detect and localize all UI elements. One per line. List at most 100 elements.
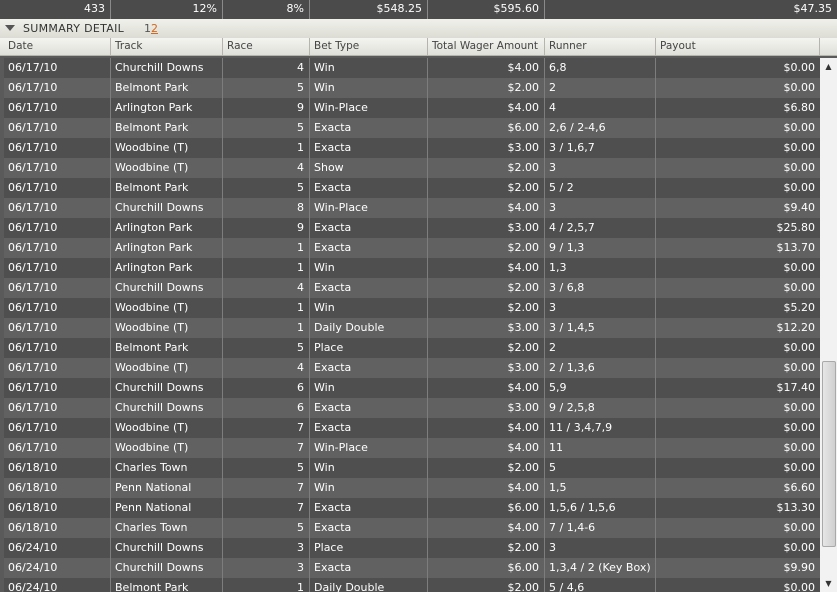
cell-date: 06/17/10 [4,158,111,178]
cell-payout: $0.00 [783,61,816,74]
cell-payout: $0.00 [783,361,816,374]
cell-payout: $0.00 [783,521,816,534]
column-header-bet-type[interactable]: Bet Type [310,38,428,55]
table-row[interactable]: 06/17/10 Belmont Park 5 Exacta $6.00 2,6 / 2-… [4,118,820,138]
table-row[interactable]: 06/17/10 Woodbine (T) 4 Exacta $3.00 2 / 1,3,… [4,358,820,378]
scrollbar-thumb[interactable] [822,361,836,547]
cell-race: 7 [223,478,310,498]
cell-track: Churchill Downs [111,558,223,578]
vertical-scrollbar[interactable]: ▲ ▼ [820,58,837,592]
table-row[interactable]: 06/17/10 Churchill Downs 4 Win $4.00 6,8 $0.00 [4,58,820,78]
cell-runner: 3 / 1,6,7 [545,138,656,158]
cell-wager: $6.00 [428,498,545,518]
pagination: 12 [144,22,158,35]
cell-date: 06/17/10 [4,378,111,398]
cell-payout: $0.00 [783,581,816,592]
column-header-track[interactable]: Track [111,38,223,55]
table-row[interactable]: 06/17/10 Arlington Park 1 Win $4.00 1,3 $0.00 [4,258,820,278]
table-row[interactable]: 06/17/10 Arlington Park 9 Win-Place $4.00 4 $6… [4,98,820,118]
cell-payout: $0.00 [783,161,816,174]
cell-track: Belmont Park [111,578,223,592]
cell-date: 06/17/10 [4,338,111,358]
cell-date: 06/24/10 [4,558,111,578]
table-row[interactable]: 06/17/10 Woodbine (T) 1 Exacta $3.00 3 / 1,6,… [4,138,820,158]
cell-runner: 5 [545,458,656,478]
table-row[interactable]: 06/24/10 Churchill Downs 3 Place $2.00 3 $0.00 [4,538,820,558]
table-row[interactable]: 06/17/10 Churchill Downs 6 Exacta $3.00 9 / 2… [4,398,820,418]
cell-payout: $0.00 [783,281,816,294]
cell-bet-type: Exacta [310,518,428,538]
cell-payout: $0.00 [783,121,816,134]
table-row[interactable]: 06/17/10 Belmont Park 5 Win $2.00 2 $0.00 [4,78,820,98]
collapse-triangle-icon[interactable] [5,25,15,31]
cell-runner: 9 / 1,3 [545,238,656,258]
table-row[interactable]: 06/24/10 Belmont Park 1 Daily Double $2.00 5 … [4,578,820,592]
table-row[interactable]: 06/17/10 Churchill Downs 8 Win-Place $4.00 3 $… [4,198,820,218]
column-header-race[interactable]: Race [223,38,310,55]
cell-wager: $2.00 [428,278,545,298]
cell-runner: 2 / 1,3,6 [545,358,656,378]
column-header-payout[interactable]: Payout [656,38,820,55]
cell-wager: $3.00 [428,318,545,338]
cell-runner: 3 / 6,8 [545,278,656,298]
cell-runner: 2 [545,338,656,358]
cell-payout: $0.00 [783,421,816,434]
table-row[interactable]: 06/24/10 Churchill Downs 3 Exacta $6.00 1,3,4… [4,558,820,578]
cell-wager: $2.00 [428,238,545,258]
totals-row: 433 12% 8% $548.25 $595.60 $47.35 [0,0,837,19]
table-row[interactable]: 06/18/10 Charles Town 5 Exacta $4.00 7 / 1,4-… [4,518,820,538]
table-row[interactable]: 06/17/10 Belmont Park 5 Place $2.00 2 $0.00 [4,338,820,358]
summary-detail-title: SUMMARY DETAIL [23,22,125,35]
table-row[interactable]: 06/18/10 Penn National 7 Exacta $6.00 1,5,6 /… [4,498,820,518]
cell-wager: $4.00 [428,58,545,78]
table-row[interactable]: 06/17/10 Belmont Park 5 Exacta $2.00 5 / 2 $0.… [4,178,820,198]
column-header-date[interactable]: Date [4,38,111,55]
table-header: Date Track Race Bet Type Total Wager Amo… [0,38,837,56]
cell-runner: 6,8 [545,58,656,78]
cell-wager: $2.00 [428,578,545,592]
column-header-total-wager[interactable]: Total Wager Amount [428,38,545,55]
cell-wager: $2.00 [428,78,545,98]
scroll-up-icon[interactable]: ▲ [820,58,837,75]
cell-wager: $6.00 [428,118,545,138]
table-row[interactable]: 06/18/10 Charles Town 5 Win $2.00 5 $0.00 [4,458,820,478]
cell-payout: $5.20 [783,301,816,314]
page-1-link[interactable]: 1 [144,22,151,35]
cell-payout: $25.80 [776,221,816,234]
table-row[interactable]: 06/17/10 Woodbine (T) 1 Win $2.00 3 $5.20 [4,298,820,318]
table-row[interactable]: 06/17/10 Woodbine (T) 1 Daily Double $3.00 3 … [4,318,820,338]
cell-race: 5 [223,78,310,98]
table-row[interactable]: 06/17/10 Woodbine (T) 7 Exacta $4.00 11 / 3,4… [4,418,820,438]
cell-bet-type: Exacta [310,118,428,138]
cell-runner: 9 / 2,5,8 [545,398,656,418]
cell-bet-type: Win-Place [310,98,428,118]
page-2-link[interactable]: 2 [151,22,158,35]
table-row[interactable]: 06/17/10 Arlington Park 1 Exacta $2.00 9 / 1,… [4,238,820,258]
column-header-runner[interactable]: Runner [545,38,656,55]
table-row[interactable]: 06/17/10 Churchill Downs 4 Exacta $2.00 3 / 6… [4,278,820,298]
cell-race: 8 [223,198,310,218]
table-row[interactable]: 06/17/10 Woodbine (T) 4 Show $2.00 3 $0.00 [4,158,820,178]
cell-race: 7 [223,418,310,438]
cell-race: 5 [223,338,310,358]
cell-bet-type: Win [310,298,428,318]
cell-track: Woodbine (T) [111,358,223,378]
cell-race: 1 [223,238,310,258]
table-row[interactable]: 06/17/10 Woodbine (T) 7 Win-Place $4.00 11 $0.… [4,438,820,458]
cell-track: Woodbine (T) [111,138,223,158]
scroll-down-icon[interactable]: ▼ [820,575,837,592]
cell-bet-type: Exacta [310,278,428,298]
cell-track: Woodbine (T) [111,318,223,338]
cell-race: 6 [223,378,310,398]
table-row[interactable]: 06/18/10 Penn National 7 Win $4.00 1,5 $6.60 [4,478,820,498]
cell-race: 1 [223,138,310,158]
cell-track: Belmont Park [111,78,223,98]
cell-date: 06/17/10 [4,198,111,218]
cell-payout: $6.60 [783,481,816,494]
cell-date: 06/17/10 [4,438,111,458]
cell-bet-type: Exacta [310,418,428,438]
table-row[interactable]: 06/17/10 Churchill Downs 6 Win $4.00 5,9 $17.4… [4,378,820,398]
cell-runner: 5,9 [545,378,656,398]
cell-race: 9 [223,98,310,118]
table-row[interactable]: 06/17/10 Arlington Park 9 Exacta $3.00 4 / 2,… [4,218,820,238]
